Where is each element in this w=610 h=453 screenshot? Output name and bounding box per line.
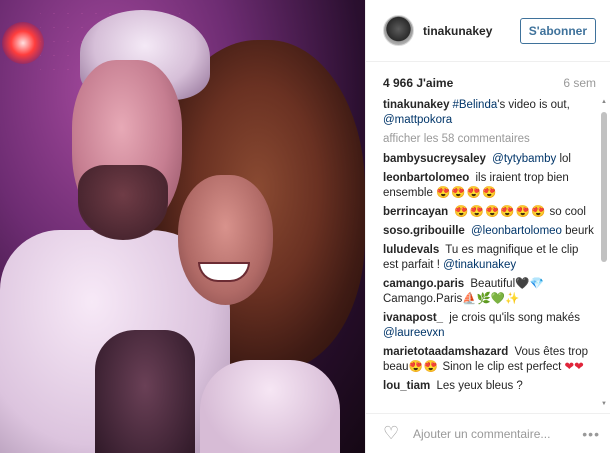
- comment-text: je crois qu'ils song makés: [449, 312, 580, 324]
- comment-user[interactable]: lou_tiam: [383, 380, 430, 392]
- scrollbar-thumb[interactable]: [601, 112, 607, 262]
- scroll-down-arrow-icon[interactable]: ▼: [600, 400, 608, 408]
- list-item: bambysucreysaley @tytybamby lol: [383, 152, 596, 167]
- caption-user[interactable]: tinakunakey: [383, 99, 449, 111]
- comment-user[interactable]: bambysucreysaley: [383, 153, 486, 165]
- comments-list: tinakunakey #Belinda's video is out, @mat…: [383, 98, 596, 408]
- comment-mention[interactable]: @tinakunakey: [443, 259, 516, 271]
- comment-user[interactable]: camango.paris: [383, 278, 464, 290]
- load-more-comments[interactable]: afficher les 58 commentaires: [383, 132, 596, 147]
- woman-top: [200, 360, 340, 453]
- comments-scrollbar[interactable]: ▲ ▼: [600, 98, 608, 408]
- scroll-up-arrow-icon[interactable]: ▲: [600, 98, 608, 106]
- comment-user[interactable]: marietotaadamshazard: [383, 346, 508, 358]
- comment-text: beurk: [565, 225, 594, 237]
- more-options-icon[interactable]: •••: [582, 426, 600, 442]
- list-item: ivanapost_ je crois qu'ils song makés @l…: [383, 311, 596, 341]
- post-photo[interactable]: [0, 0, 365, 453]
- list-item: lou_tiam Les yeux bleus ?: [383, 379, 596, 394]
- author-username[interactable]: tinakunakey: [423, 24, 520, 38]
- comment-user[interactable]: ivanapost_: [383, 312, 443, 324]
- list-item: berrincayan 😍😍😍😍😍😍 so cool: [383, 205, 596, 220]
- comment-mention[interactable]: @laureevxn: [383, 327, 445, 339]
- comment-emoji: 😍😍😍😍😍😍: [454, 206, 547, 218]
- comment-text: so cool: [549, 206, 586, 218]
- tattooed-arm: [95, 330, 195, 453]
- avatar[interactable]: [383, 15, 414, 46]
- comment-text-2: Sinon le clip est perfect: [442, 361, 562, 373]
- comment-mention[interactable]: @tytybamby: [492, 153, 556, 165]
- comment-mention[interactable]: @leonbartolomeo: [471, 225, 562, 237]
- comment-text-2: Camango.Paris: [383, 293, 463, 305]
- list-item: luludevals Tu es magnifique et le clip e…: [383, 243, 596, 273]
- comment-emoji: 🖤💎: [515, 278, 544, 290]
- comment-footer: ♡ •••: [366, 413, 610, 453]
- comment-text: Beautiful: [470, 278, 516, 290]
- comment-input[interactable]: [413, 426, 583, 441]
- likes-count[interactable]: 4 966 J'aime: [383, 76, 453, 100]
- comment-text: Les yeux bleus ?: [436, 380, 523, 392]
- comment-text: lol: [559, 153, 571, 165]
- comment-user[interactable]: luludevals: [383, 244, 439, 256]
- heart-outline-icon[interactable]: ♡: [383, 423, 403, 444]
- list-item: soso.gribouille @leonbartolomeo beurk: [383, 224, 596, 239]
- list-item: leonbartolomeo ils iraient trop bien ens…: [383, 171, 596, 201]
- caption-mention[interactable]: @mattpokora: [383, 114, 452, 126]
- caption-text: 's video is out,: [497, 99, 570, 111]
- post-header: tinakunakey S'abonner: [366, 0, 610, 62]
- instagram-post: tinakunakey S'abonner 4 966 J'aime 6 sem…: [0, 0, 610, 453]
- post-stats: 4 966 J'aime 6 sem: [366, 62, 610, 100]
- list-item: camango.paris Beautiful🖤💎 Camango.Paris⛵…: [383, 277, 596, 307]
- caption: tinakunakey #Belinda's video is out, @mat…: [383, 98, 596, 128]
- comment-user[interactable]: soso.gribouille: [383, 225, 465, 237]
- comment-user[interactable]: berrincayan: [383, 206, 448, 218]
- post-time[interactable]: 6 sem: [563, 76, 596, 100]
- follow-button[interactable]: S'abonner: [519, 17, 596, 44]
- post-sidebar: tinakunakey S'abonner 4 966 J'aime 6 sem…: [365, 0, 610, 453]
- list-item: marietotaadamshazard Vous êtes trop beau…: [383, 345, 596, 375]
- comment-user[interactable]: leonbartolomeo: [383, 172, 469, 184]
- comment-emoji: 😍😍: [408, 361, 440, 373]
- caption-hashtag[interactable]: #Belinda: [452, 99, 497, 111]
- comment-emoji-2: ⛵🌿💚✨: [462, 293, 520, 305]
- man-beard: [78, 165, 168, 240]
- red-light: [2, 22, 44, 64]
- comment-emoji: 😍😍😍😍: [436, 187, 498, 199]
- comment-emoji-2: ❤❤: [564, 361, 584, 373]
- woman-face: [178, 175, 273, 305]
